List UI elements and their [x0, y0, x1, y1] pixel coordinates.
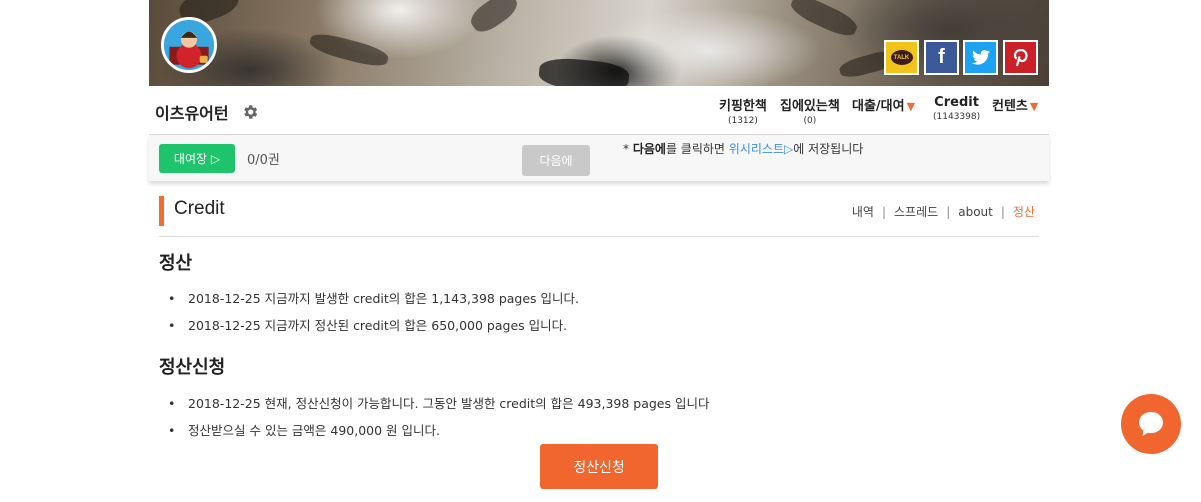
nav-count: (1312): [727, 116, 758, 126]
kakaotalk-share-button[interactable]: TALK: [884, 40, 919, 75]
subnav-history[interactable]: 내역: [852, 205, 874, 219]
header-banner: TALK f: [149, 0, 1049, 86]
nav-books-at-home[interactable]: 집에있는책 (0): [780, 95, 840, 126]
pinterest-share-button[interactable]: [1003, 40, 1038, 75]
wishlist-notice: * 다음에를 클릭하면 위시리스트▷에 저장됩니다: [623, 140, 863, 157]
twitter-icon: [971, 50, 990, 65]
nav-label: 대출/대여: [852, 99, 905, 114]
facebook-icon: f: [938, 46, 945, 68]
settlement-request-list: 2018-12-25 현재, 정산신청이 가능합니다. 그동안 발생한 cred…: [168, 394, 709, 448]
nav-keeping-books[interactable]: 키핑한책 (1312): [719, 95, 767, 126]
nav-count: (1143398): [933, 112, 981, 122]
triangle-down-icon: ▼: [906, 100, 916, 113]
nav-credit[interactable]: Credit (1143398): [933, 95, 980, 122]
main-nav: 이츠유어턴 키핑한책 (1312) 집에있는책 (0) 대출/대여 ▼ Credi…: [149, 86, 1049, 135]
triangle-down-icon: ▼: [1029, 100, 1039, 113]
rental-bar: 대여장 ▷ 0/0권 다음에 * 다음에를 클릭하면 위시리스트▷에 저장됩니다: [149, 135, 1049, 181]
nav-label: Credit: [934, 95, 979, 110]
settlement-heading: 정산: [159, 253, 193, 274]
gear-icon[interactable]: [241, 103, 259, 121]
twitter-share-button[interactable]: [963, 40, 998, 75]
chat-button[interactable]: [1121, 394, 1181, 454]
subnav-spread[interactable]: 스프레드: [894, 205, 938, 219]
notice-mid: 를 클릭하면: [665, 142, 729, 156]
chat-bubble-icon: [1139, 412, 1163, 436]
list-item: 2018-12-25 지금까지 발생한 credit의 합은 1,143,398…: [168, 289, 579, 316]
wishlist-link[interactable]: 위시리스트▷: [729, 142, 793, 156]
subnav-settlement[interactable]: 정산: [1013, 205, 1035, 219]
list-item: 2018-12-25 지금까지 정산된 credit의 합은 650,000 p…: [168, 316, 579, 343]
nav-contents[interactable]: 컨텐츠 ▼: [992, 95, 1038, 114]
page-wrapper: TALK f 이츠유어턴 키핑한책 (1312) 집에있는책 (0) 대출/대여…: [149, 0, 1049, 502]
settlement-request-button[interactable]: 정산신청: [540, 444, 658, 489]
pinterest-icon: [1013, 48, 1028, 66]
nav-lending[interactable]: 대출/대여 ▼: [852, 95, 915, 114]
nav-label: 컨텐츠: [992, 99, 1028, 114]
nav-label: 키핑한책: [719, 99, 767, 114]
credit-subnav: 내역 | 스프레드 | about | 정산: [851, 205, 1035, 219]
subnav-about[interactable]: about: [958, 205, 993, 219]
settlement-request-heading: 정산신청: [159, 357, 226, 378]
page-title: Credit: [174, 198, 225, 219]
notice-prefix: *: [623, 142, 633, 156]
list-item: 2018-12-25 현재, 정산신청이 가능합니다. 그동안 발생한 cred…: [168, 394, 709, 421]
kakaotalk-icon: TALK: [890, 50, 913, 65]
accent-bar: [159, 196, 164, 226]
profile-avatar[interactable]: [161, 17, 217, 73]
credit-header: Credit 내역 | 스프레드 | about | 정산: [159, 196, 1039, 237]
site-title[interactable]: 이츠유어턴: [155, 100, 229, 124]
nav-label: 집에있는책: [780, 99, 840, 114]
settlement-list: 2018-12-25 지금까지 발생한 credit의 합은 1,143,398…: [168, 289, 579, 343]
facebook-share-button[interactable]: f: [924, 40, 959, 75]
nav-count: (0): [803, 116, 817, 126]
notice-suffix: 에 저장됩니다: [793, 142, 864, 156]
cartoon-character-icon: [164, 20, 214, 70]
rental-count: 0/0권: [247, 153, 280, 168]
next-button[interactable]: 다음에: [522, 145, 590, 176]
rental-list-button[interactable]: 대여장 ▷: [159, 144, 235, 173]
notice-bold: 다음에: [632, 142, 666, 156]
